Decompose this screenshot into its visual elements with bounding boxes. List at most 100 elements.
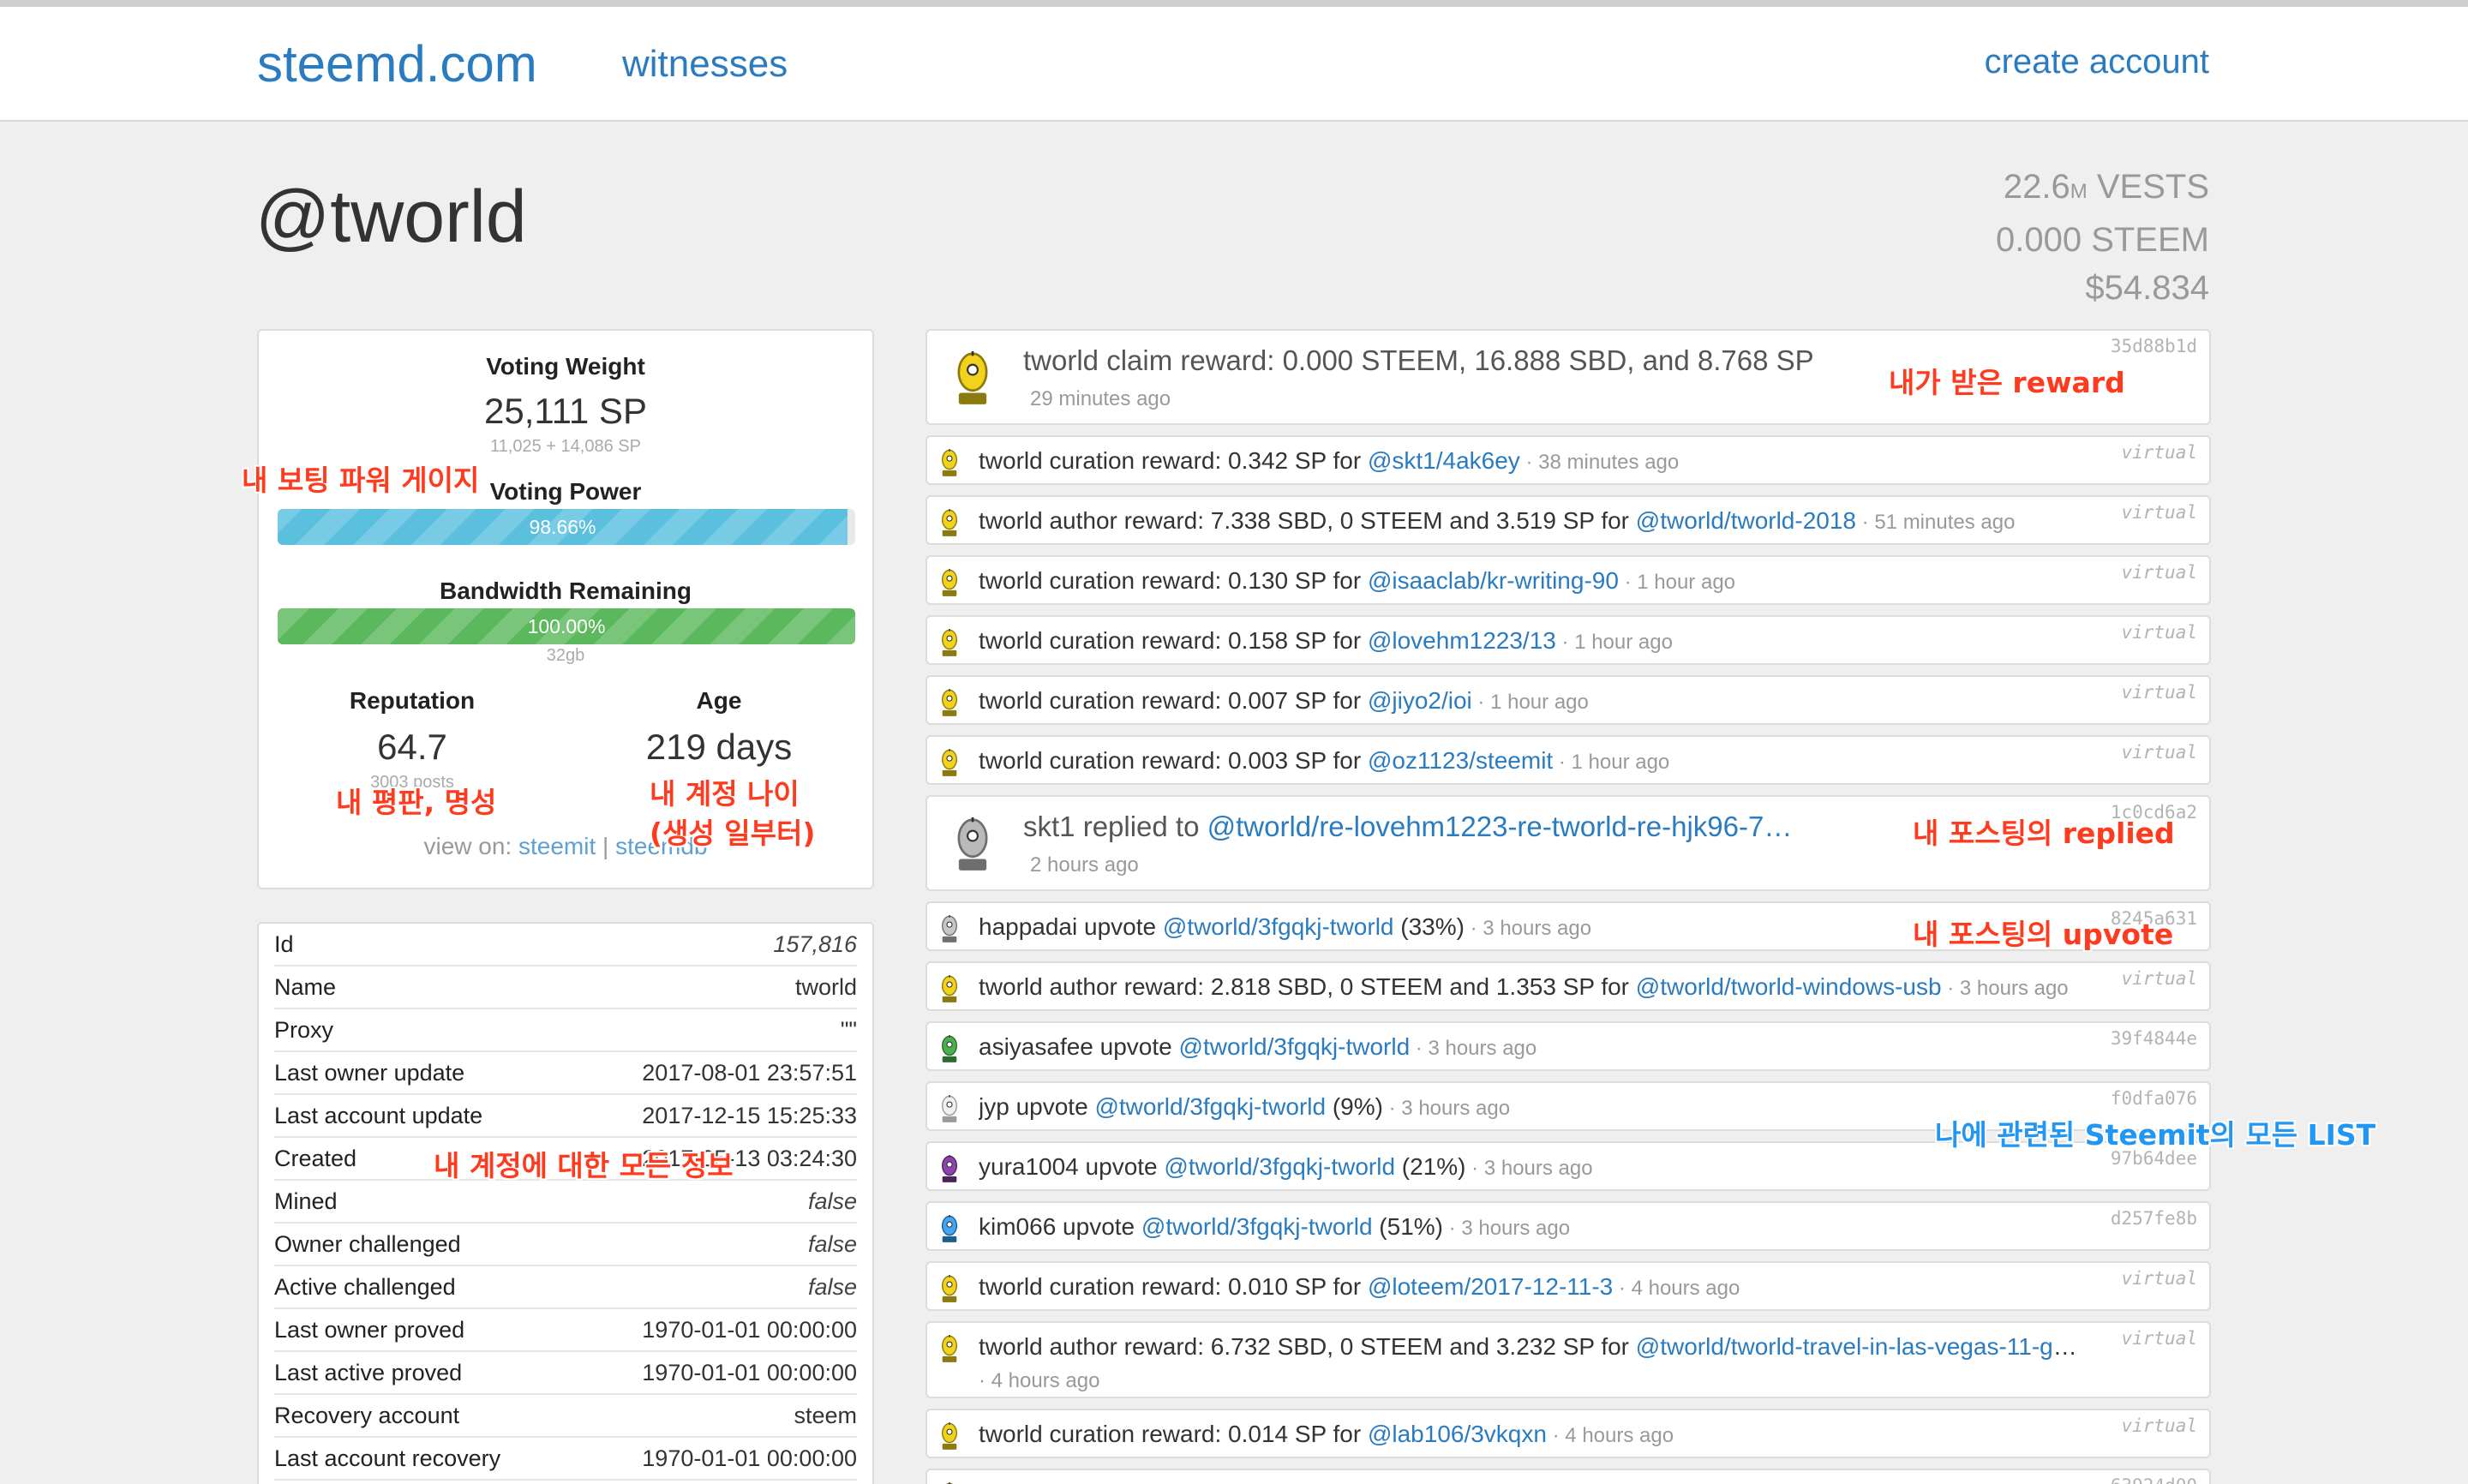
feed-user: tworld	[979, 1333, 1043, 1360]
feed-vote-weight: (21%)	[1395, 1153, 1466, 1180]
feed-post-link[interactable]: @tworld/3fgqkj-tworld	[1094, 1093, 1326, 1120]
avatar-icon	[937, 509, 961, 540]
feed-time: · 4 hours ago	[979, 1369, 1100, 1392]
feed-post-link[interactable]: @loteem/2017-12-11-3	[1368, 1273, 1613, 1300]
feed-tx-tag: d257fe8b	[2110, 1208, 2197, 1229]
feed-tx-tag: 35d88b1d	[2110, 336, 2197, 356]
feed-user: yura1004	[979, 1153, 1079, 1180]
feed-post-link[interactable]: @skt1/4ak6ey	[1368, 447, 1520, 474]
info-key: Recovery account	[274, 1402, 460, 1428]
avatar-icon	[937, 1335, 961, 1366]
top-navbar: steemd.com witnesses create account	[0, 7, 2468, 122]
feed-action: curation reward: 0.007 SP for	[1042, 687, 1368, 714]
feed-user: tworld	[979, 447, 1043, 474]
info-row: Id 157,816	[274, 924, 857, 966]
feed-item-text: tworld curation reward: 0.342 SP for @sk…	[979, 447, 2081, 475]
feed-post-link[interactable]: @jiyo2/ioi	[1368, 687, 1472, 714]
info-row: Last owner proved 1970-01-01 00:00:00	[274, 1309, 857, 1352]
bandwidth-fill: 100.00%	[278, 608, 855, 644]
feed-post-link[interactable]: @tworld/tworld-travel-in-las-vegas-11-gr…	[1636, 1333, 2081, 1360]
voting-weight-value: 25,111 SP	[484, 391, 647, 431]
feed-tx-tag: f0dfa076	[2110, 1088, 2197, 1109]
feed-post-link[interactable]: @lovehm1223/13	[1368, 627, 1556, 654]
feed-time: 2 hours ago	[1030, 853, 1139, 877]
info-key: Name	[274, 973, 337, 1000]
info-key: Id	[274, 930, 294, 957]
annotation-age-1: 내 계정 나이	[650, 777, 800, 811]
info-row: Recovery account steem	[274, 1395, 857, 1438]
account-info-table: Id 157,816 Name tworld Proxy "" Last owner upd…	[257, 922, 874, 1484]
info-key: Created	[274, 1145, 357, 1171]
feed-action: claim reward: 0.000 STEEM, 16.888 SBD, a…	[1099, 344, 1814, 376]
feed-post-link[interactable]: @tworld/re-lovehm1223-re-tworld-re-hjk96…	[1207, 811, 1793, 842]
account-balances: 22.6M VESTS 0.000 STEEM $54.834	[1996, 163, 2209, 312]
feed-item-text: asiyasafee upvote @tworld/3fgqkj-tworld …	[979, 1033, 2081, 1061]
feed-user: tworld	[979, 973, 1043, 1000]
brand-link[interactable]: steemd.com	[257, 34, 537, 93]
feed-vote-weight: (51%)	[1372, 1213, 1443, 1240]
info-key: Last owner proved	[274, 1316, 465, 1343]
feed-item-text: tworld curation reward: 0.003 SP for @oz…	[979, 747, 2081, 775]
steemit-link[interactable]: steemit	[518, 833, 596, 859]
info-row: Active challenged false	[274, 1266, 857, 1309]
feed-user: jyp	[979, 1093, 1009, 1120]
reputation-value: 64.7	[377, 727, 447, 767]
feed-post-link[interactable]: @tworld/tworld-2018	[1636, 507, 1856, 534]
annotation-replied: 내 포스팅의 replied	[1913, 817, 2175, 850]
feed-post-link[interactable]: @isaaclab/kr-writing-90	[1368, 567, 1619, 594]
feed-user: tworld	[1023, 344, 1099, 376]
feed-tx-tag: 39f4844e	[2110, 1028, 2197, 1049]
feed-time: · 51 minutes ago	[1856, 511, 2016, 534]
bandwidth-detail: 32gb	[546, 646, 585, 665]
info-value: 2017-12-15 15:25:33	[642, 1102, 857, 1128]
feed-item: tworld author reward: 6.732 SBD, 0 STEEM…	[926, 1321, 2211, 1398]
info-key: Last account recovery	[274, 1445, 501, 1471]
avatar-icon	[937, 1035, 961, 1066]
feed-item-text: tworld curation reward: 0.014 SP for @la…	[979, 1421, 2081, 1448]
feed-post-link[interactable]: @tworld/3fgqkj-tworld	[1163, 913, 1394, 940]
info-value: 1970-01-01 00:00:00	[642, 1316, 857, 1343]
feed-action: curation reward: 0.342 SP for	[1042, 447, 1368, 474]
voting-weight-label: Voting Weight	[486, 353, 645, 380]
avatar-icon	[937, 569, 961, 600]
feed-tx-tag: virtual	[2121, 742, 2197, 763]
feed-user: tworld	[979, 507, 1043, 534]
feed-tx-tag: virtual	[2121, 1415, 2197, 1436]
feed-post-link[interactable]: @lab106/3vkqxn	[1368, 1421, 1547, 1447]
avatar-icon	[937, 629, 961, 660]
feed-time: · 3 hours ago	[1464, 917, 1592, 940]
voting-weight-detail: 11,025 + 14,086 SP	[490, 437, 641, 456]
activity-feed: tworld claim reward: 0.000 STEEM, 16.888…	[926, 329, 2211, 1484]
feed-vote-weight: (33%)	[1393, 913, 1465, 940]
feed-item-text: tworld curation reward: 0.158 SP for @lo…	[979, 627, 2081, 655]
info-key: Last active proved	[274, 1359, 463, 1385]
usd-balance: $54.834	[2085, 269, 2209, 307]
feed-user: tworld	[979, 687, 1043, 714]
avatar-icon	[937, 975, 961, 1006]
vests-balance: 22.6M VESTS	[1996, 163, 2209, 216]
info-row: Last account update 2017-12-15 15:25:33	[274, 1095, 857, 1138]
vests-amount: 22.6	[2003, 168, 2070, 206]
witnesses-link[interactable]: witnesses	[622, 43, 788, 86]
info-value: ""	[840, 1016, 857, 1043]
feed-item-text: kim066 upvote @tworld/3fgqkj-tworld (51%…	[979, 1213, 2081, 1241]
annotation-reward: 내가 받은 reward	[1889, 366, 2125, 399]
feed-post-link[interactable]: @tworld/tworld-windows-usb	[1636, 973, 1942, 1000]
feed-tx-tag: virtual	[2121, 442, 2197, 463]
info-value: false	[807, 1273, 857, 1300]
avatar-icon	[937, 1215, 961, 1246]
create-account-link[interactable]: create account	[1985, 43, 2209, 81]
feed-tx-tag: virtual	[2121, 682, 2197, 703]
feed-action: curation reward: 0.014 SP for	[1042, 1421, 1368, 1447]
feed-user: kim066	[979, 1213, 1057, 1240]
feed-time: · 3 hours ago	[1382, 1097, 1511, 1120]
feed-item-text: jyp upvote @tworld/3fgqkj-tworld (9%) · …	[979, 1093, 2081, 1121]
feed-action: author reward: 2.818 SBD, 0 STEEM and 1.…	[1042, 973, 1636, 1000]
feed-post-link[interactable]: @tworld/3fgqkj-tworld	[1164, 1153, 1395, 1180]
feed-action: upvote	[1056, 1213, 1141, 1240]
age-value: 219 days	[645, 727, 793, 767]
feed-post-link[interactable]: @tworld/3fgqkj-tworld	[1179, 1033, 1411, 1060]
feed-post-link[interactable]: @tworld/3fgqkj-tworld	[1141, 1213, 1373, 1240]
avatar-icon	[937, 1095, 961, 1126]
feed-post-link[interactable]: @oz1123/steemit	[1368, 747, 1553, 774]
